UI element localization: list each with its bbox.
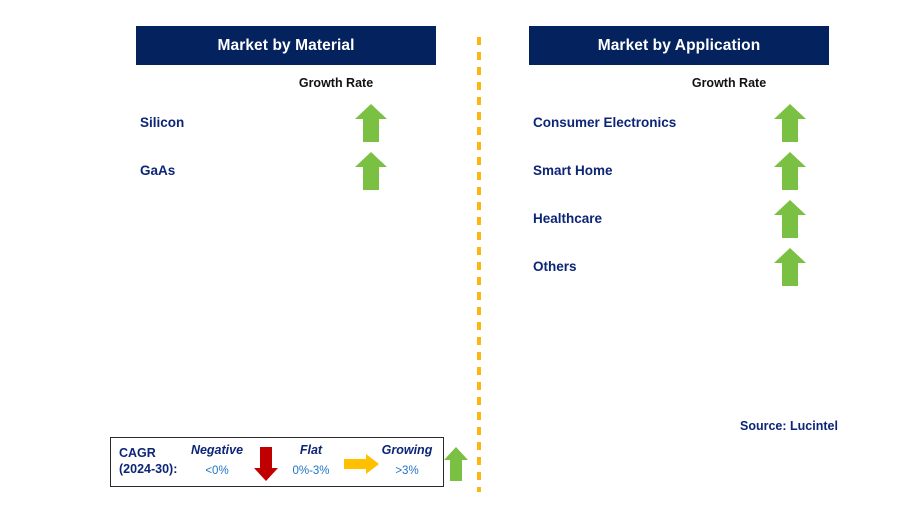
table-row: Smart Home — [529, 147, 829, 195]
legend-label-negative: Negative — [190, 443, 244, 457]
growth-rate-column-label-material: Growth Rate — [298, 76, 374, 90]
material-segment-list: Silicon GaAs — [136, 99, 436, 195]
legend-label-growing: Growing — [381, 443, 433, 457]
cagr-legend: CAGR (2024-30): Negative <0% Flat 0%-3% … — [110, 437, 468, 487]
arrow-up-icon — [354, 103, 388, 143]
arrow-up-icon — [773, 151, 807, 191]
growth-rate-column-label-application: Growth Rate — [691, 76, 767, 90]
legend-title-line2: (2024-30): — [119, 462, 178, 476]
market-by-application-panel: Market by Application Growth Rate Consum… — [529, 0, 829, 516]
segment-label-smart-home: Smart Home — [533, 163, 613, 178]
legend-title: CAGR (2024-30): — [119, 445, 177, 477]
market-by-application-header: Market by Application — [529, 26, 829, 65]
table-row: Others — [529, 243, 829, 291]
segment-label-others: Others — [533, 259, 577, 274]
legend-value-flat: 0%-3% — [292, 465, 330, 477]
legend-value-growing: >3% — [395, 465, 419, 477]
legend-label-flat: Flat — [299, 443, 323, 457]
arrow-up-icon — [773, 247, 807, 287]
table-row: Consumer Electronics — [529, 99, 829, 147]
market-by-material-title: Market by Material — [217, 36, 355, 54]
arrow-up-icon — [773, 103, 807, 143]
table-row: Silicon — [136, 99, 436, 147]
arrow-down-icon — [253, 446, 279, 482]
legend-item-flat: Flat 0%-3% — [281, 438, 341, 486]
arrow-up-icon — [773, 199, 807, 239]
table-row: GaAs — [136, 147, 436, 195]
arrow-up-icon — [354, 151, 388, 191]
table-row: Healthcare — [529, 195, 829, 243]
segment-label-silicon: Silicon — [140, 115, 185, 130]
vertical-dashed-divider — [477, 37, 481, 492]
segment-label-healthcare: Healthcare — [533, 211, 603, 226]
legend-title-line1: CAGR — [119, 446, 156, 460]
legend-item-growing: Growing >3% — [373, 438, 441, 486]
segment-label-gaas: GaAs — [140, 163, 176, 178]
market-by-application-title: Market by Application — [597, 36, 761, 54]
source-note: Source: Lucintel — [740, 419, 838, 433]
application-segment-list: Consumer Electronics Smart Home Healthca… — [529, 99, 829, 291]
segment-label-consumer-electronics: Consumer Electronics — [533, 115, 677, 130]
market-by-material-header: Market by Material — [136, 26, 436, 65]
legend-value-negative: <0% — [205, 465, 229, 477]
legend-item-negative: Negative <0% — [183, 438, 251, 486]
arrow-up-icon — [443, 446, 469, 482]
